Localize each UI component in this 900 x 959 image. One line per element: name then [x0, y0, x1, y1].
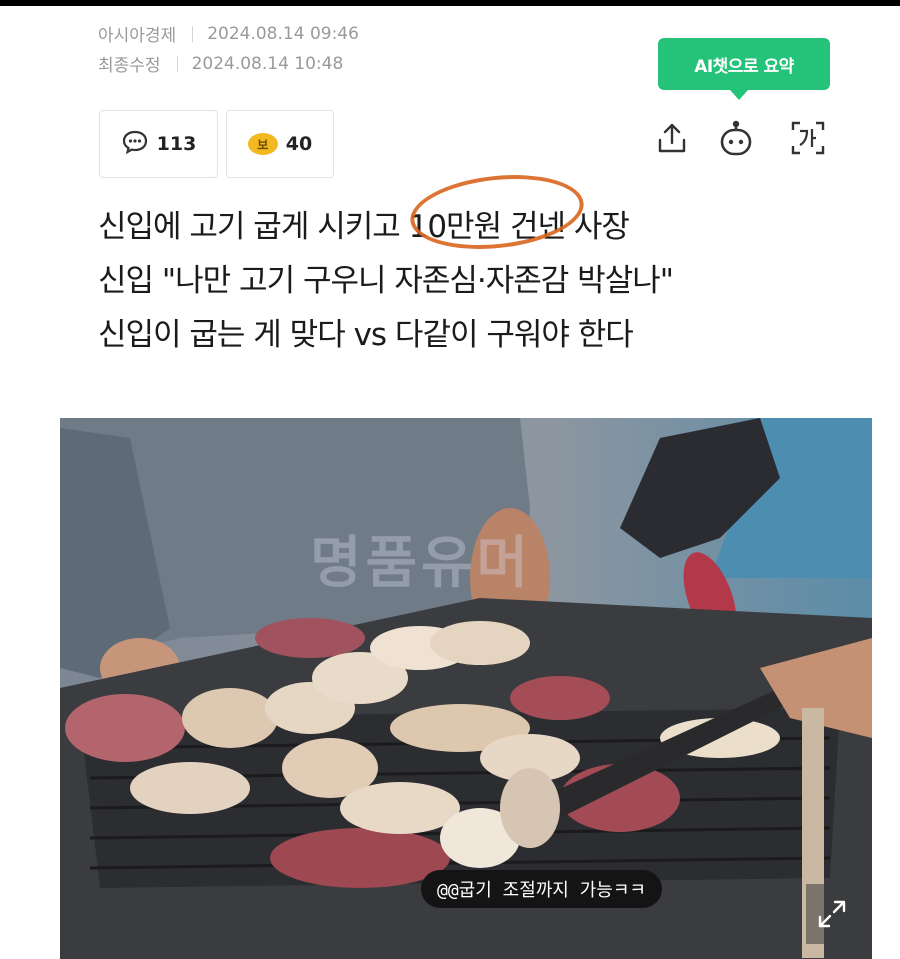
modified-label: 최종수정 [98, 56, 161, 76]
article-meta-published: 아시아경제 2024.08.14 09:46 [98, 21, 359, 47]
share-icon[interactable] [652, 118, 692, 158]
bonus-count: 40 [285, 133, 313, 155]
ai-bot-icon[interactable] [716, 118, 756, 158]
article-photo[interactable]: 명품유머 @@굽기 조절까지 가능ㅋㅋ [60, 418, 872, 959]
comment-count: 113 [156, 133, 197, 155]
modified-time: 2024.08.14 10:48 [191, 53, 344, 74]
watermark-text: 명품유머 [310, 531, 533, 596]
expand-icon[interactable] [806, 884, 858, 944]
photo-caption: @@굽기 조절까지 가능ㅋㅋ [421, 870, 662, 908]
bonus-coin-icon: 보 [247, 133, 278, 155]
translate-icon[interactable] [788, 118, 828, 158]
comment-count-button[interactable]: 113 [99, 110, 218, 178]
meta-divider [192, 25, 194, 42]
ai-summary-tooltip-tail [730, 90, 748, 100]
meta-divider [176, 55, 178, 72]
headline-line-3: 신입이 굽는 게 맞다 vs 다같이 구워야 한다 [98, 317, 634, 353]
headline-line-2: 신입 "나만 고기 구우니 자존심·자존감 박살나" [98, 263, 674, 299]
ai-summary-button[interactable]: AI챗으로 요약 [658, 38, 830, 90]
bonus-count-button[interactable]: 보 40 [226, 110, 334, 178]
top-edge-bar [0, 0, 900, 6]
comment-bubble-icon [121, 129, 149, 160]
article-meta-modified: 최종수정 2024.08.14 10:48 [98, 51, 344, 77]
published-time: 2024.08.14 09:46 [207, 23, 359, 44]
news-source[interactable]: 아시아경제 [98, 21, 176, 46]
